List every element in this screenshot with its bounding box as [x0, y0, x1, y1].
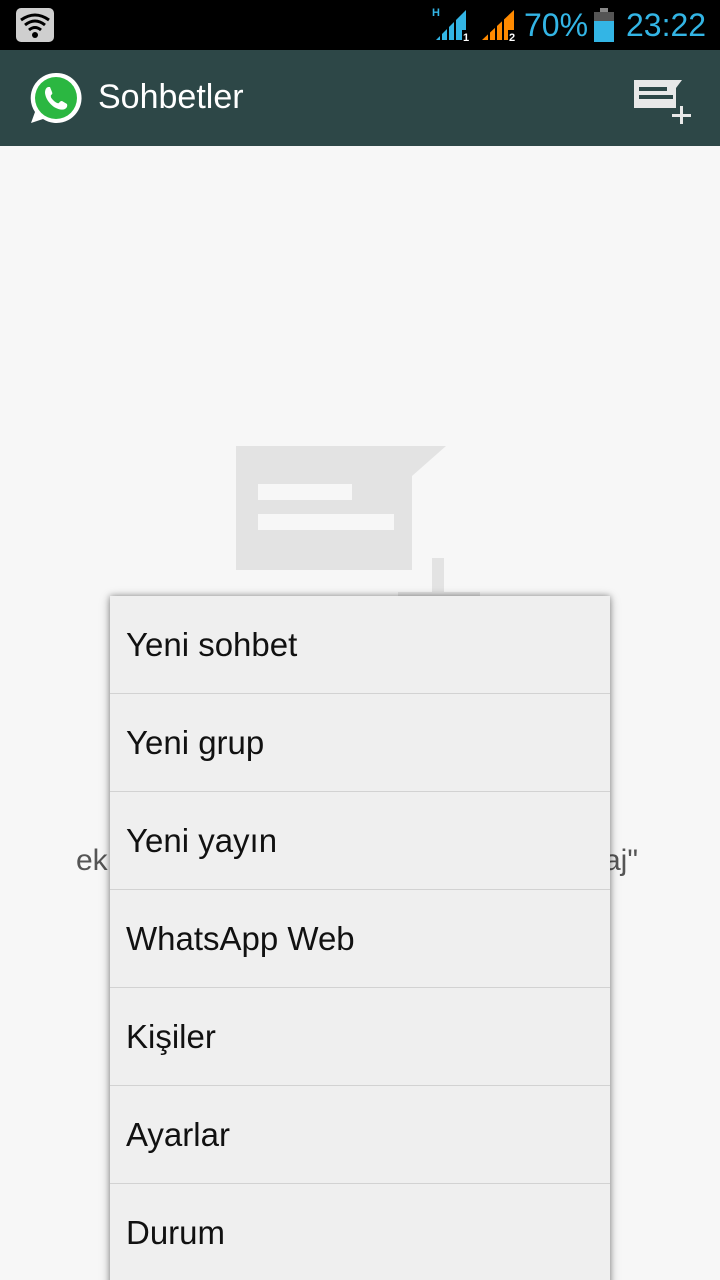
- menu-item-contacts[interactable]: Kişiler: [110, 988, 610, 1086]
- new-chat-illustration-icon: [236, 446, 480, 606]
- battery-icon: [594, 8, 614, 42]
- menu-item-status[interactable]: Durum: [110, 1184, 610, 1280]
- menu-item-label: WhatsApp Web: [126, 920, 355, 957]
- empty-state-text-left: ek: [76, 844, 108, 877]
- app-bar: Sohbetler: [0, 50, 720, 146]
- menu-item-settings[interactable]: Ayarlar: [110, 1086, 610, 1184]
- svg-text:H: H: [432, 7, 440, 19]
- whatsapp-logo-icon: [30, 72, 82, 123]
- overflow-menu: Yeni sohbet Yeni grup Yeni yayın WhatsAp…: [110, 596, 610, 1280]
- svg-text:2: 2: [509, 32, 515, 42]
- new-chat-icon[interactable]: [630, 76, 694, 128]
- menu-item-label: Yeni yayın: [126, 822, 278, 859]
- signal-sim2-icon: 2: [482, 10, 520, 42]
- menu-item-new-broadcast[interactable]: Yeni yayın: [110, 792, 610, 890]
- battery-percent: 70%: [524, 7, 589, 43]
- menu-item-whatsapp-web[interactable]: WhatsApp Web: [110, 890, 610, 988]
- signal-sim1-icon: H 1: [432, 7, 472, 42]
- menu-item-new-group[interactable]: Yeni grup: [110, 694, 610, 792]
- wifi-icon: [16, 8, 54, 42]
- menu-item-label: Yeni grup: [126, 724, 265, 761]
- page-title: Sohbetler: [98, 78, 244, 116]
- menu-item-label: Yeni sohbet: [126, 626, 298, 663]
- menu-item-label: Durum: [126, 1214, 226, 1251]
- menu-item-label: Ayarlar: [126, 1116, 230, 1153]
- svg-text:1: 1: [463, 32, 469, 42]
- menu-item-label: Kişiler: [126, 1018, 216, 1055]
- status-bar: H 1 2 70% 23:22: [0, 0, 720, 50]
- menu-item-new-chat[interactable]: Yeni sohbet: [110, 596, 610, 694]
- clock: 23:22: [626, 7, 707, 43]
